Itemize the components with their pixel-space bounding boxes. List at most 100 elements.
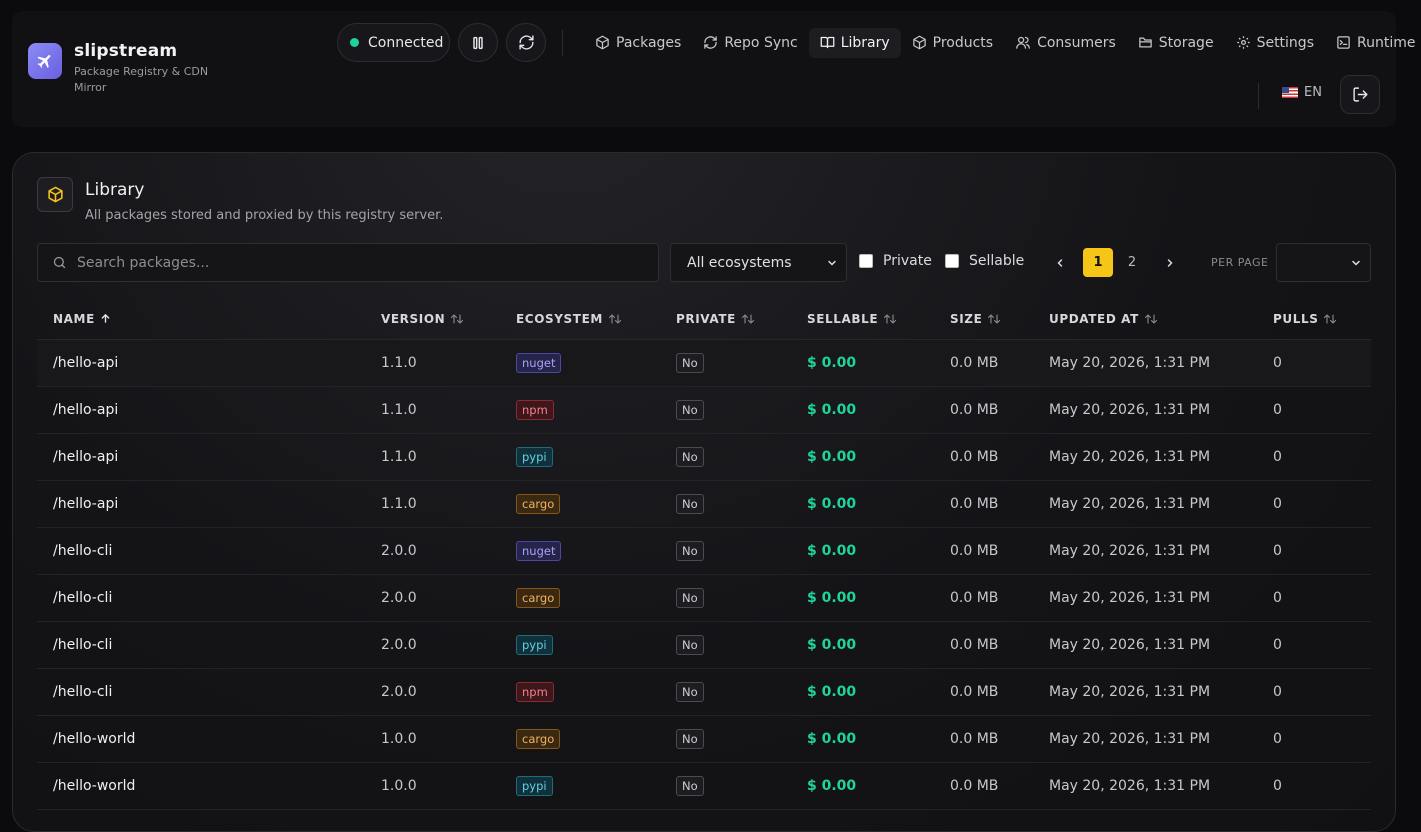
sellable-checkbox[interactable]	[945, 254, 959, 268]
table-row[interactable]: /hello-cli 2.0.0 pypi No $ 0.00 0.0 MB May 20,…	[37, 622, 1371, 669]
package-size: 0.0 MB	[950, 355, 999, 371]
ecosystem-badge: cargo	[516, 729, 561, 749]
sellable-price: $ 0.00	[807, 402, 857, 418]
package-version: 1.1.0	[381, 496, 417, 512]
sort-icon	[988, 313, 1001, 324]
pause-button[interactable]	[458, 23, 498, 62]
private-filter[interactable]: Private	[859, 253, 932, 269]
nav-settings[interactable]: Settings	[1225, 28, 1325, 58]
package-size: 0.0 MB	[950, 402, 999, 418]
sellable-filter[interactable]: Sellable	[945, 253, 1024, 269]
search-box[interactable]	[37, 243, 659, 282]
refresh-icon	[704, 36, 718, 49]
ecosystem-cell: npm	[500, 400, 660, 420]
private-badge: No	[676, 776, 704, 796]
ecosystem-cell: pypi	[500, 447, 660, 467]
page-1-button[interactable]: 1	[1083, 248, 1113, 277]
next-page-button[interactable]	[1155, 248, 1185, 277]
private-cell: No	[660, 776, 791, 796]
column-label: UPDATED AT	[1049, 311, 1139, 326]
nav-label: Storage	[1158, 34, 1214, 51]
column-label: PRIVATE	[676, 311, 736, 326]
table-row[interactable]: /hello-world 1.0.0 pypi No $ 0.00 0.0 MB May 2…	[37, 763, 1371, 810]
ecosystem-cell: pypi	[500, 776, 660, 796]
table-row[interactable]: /hello-cli 2.0.0 nuget No $ 0.00 0.0 MB May 20…	[37, 528, 1371, 575]
column-header-updated-at[interactable]: UPDATED AT	[1033, 312, 1257, 326]
ecosystem-badge: cargo	[516, 588, 561, 608]
column-header-size[interactable]: SIZE	[934, 312, 1033, 326]
nav-label: Products	[932, 34, 994, 51]
private-badge: No	[676, 494, 704, 514]
package-name: /hello-api	[53, 355, 119, 371]
column-label: PULLS	[1273, 311, 1319, 326]
nav-consumers[interactable]: Consumers	[1004, 28, 1127, 58]
package-name: /hello-cli	[53, 684, 113, 700]
box-icon	[912, 35, 926, 50]
updated-at: May 20, 2026, 1:31 PM	[1049, 543, 1211, 559]
pull-count: 0	[1273, 496, 1282, 512]
ecosystem-select[interactable]: All ecosystems	[670, 243, 847, 282]
nav-products[interactable]: Products	[901, 28, 1004, 58]
nav-label: Settings	[1256, 34, 1314, 51]
page-2-button[interactable]: 2	[1117, 248, 1147, 277]
table-row[interactable]: /hello-api 1.1.0 nuget No $ 0.00 0.0 MB May 20…	[37, 340, 1371, 387]
nav-library[interactable]: Library	[808, 27, 901, 58]
header-divider	[562, 30, 563, 56]
updated-at: May 20, 2026, 1:31 PM	[1049, 684, 1211, 700]
column-header-version[interactable]: VERSION	[365, 312, 500, 326]
folder-icon	[1139, 37, 1152, 48]
connection-status[interactable]: Connected	[337, 23, 450, 62]
package-version: 1.1.0	[381, 449, 417, 465]
pull-count: 0	[1273, 684, 1282, 700]
sort-icon	[884, 313, 897, 324]
language-selector[interactable]: EN	[1282, 85, 1322, 100]
table-row[interactable]: /hello-cli 2.0.0 npm No $ 0.00 0.0 MB May 20, …	[37, 669, 1371, 716]
refresh-button[interactable]	[506, 23, 546, 62]
column-header-sellable[interactable]: SELLABLE	[791, 312, 934, 326]
private-checkbox[interactable]	[859, 254, 873, 268]
book-icon	[820, 36, 835, 49]
package-name: /hello-world	[53, 778, 136, 794]
status-dot-icon	[350, 38, 359, 47]
package-name: /hello-api	[53, 496, 119, 512]
private-cell: No	[660, 635, 791, 655]
nav-label: Runtime	[1356, 34, 1416, 51]
prev-page-button[interactable]	[1045, 248, 1075, 277]
table-row[interactable]: /hello-cli 2.0.0 cargo No $ 0.00 0.0 MB May 20…	[37, 575, 1371, 622]
column-label: ECOSYSTEM	[516, 311, 603, 326]
per-page-select[interactable]	[1276, 243, 1371, 282]
column-header-name[interactable]: NAME	[37, 312, 365, 326]
nav-runtime[interactable]: Runtime	[1325, 28, 1421, 58]
brand: slipstream Package Registry & CDN Mirror	[28, 41, 214, 96]
column-header-ecosystem[interactable]: ECOSYSTEM	[500, 312, 660, 326]
nav-packages[interactable]: Packages	[584, 28, 692, 58]
ecosystem-cell: nuget	[500, 541, 660, 561]
pull-count: 0	[1273, 778, 1282, 794]
table-row[interactable]: /hello-world 1.0.0 cargo No $ 0.00 0.0 MB May …	[37, 716, 1371, 763]
table-row[interactable]: /hello-api 1.1.0 npm No $ 0.00 0.0 MB May 20, …	[37, 387, 1371, 434]
column-header-pulls[interactable]: PULLS	[1257, 312, 1371, 326]
package-size: 0.0 MB	[950, 684, 999, 700]
nav-label: Packages	[616, 34, 682, 51]
private-badge: No	[676, 541, 704, 561]
column-header-private[interactable]: PRIVATE	[660, 312, 791, 326]
nav-repo-sync[interactable]: Repo Sync	[692, 28, 808, 58]
page-title: Library	[85, 180, 145, 200]
nav-storage[interactable]: Storage	[1127, 28, 1225, 58]
table-row[interactable]: /hello-api 1.1.0 pypi No $ 0.00 0.0 MB May 20,…	[37, 434, 1371, 481]
nav-label: Consumers	[1037, 34, 1116, 51]
logout-button[interactable]	[1340, 75, 1380, 114]
table-row[interactable]: /hello-api 1.1.0 cargo No $ 0.00 0.0 MB May 20…	[37, 481, 1371, 528]
pull-count: 0	[1273, 355, 1282, 371]
package-name: /hello-world	[53, 731, 136, 747]
search-input[interactable]	[77, 254, 617, 271]
package-version: 2.0.0	[381, 543, 417, 559]
package-size: 0.0 MB	[950, 637, 999, 653]
pull-count: 0	[1273, 402, 1282, 418]
sellable-price: $ 0.00	[807, 543, 857, 559]
package-name: /hello-cli	[53, 637, 113, 653]
private-filter-label: Private	[883, 253, 932, 269]
updated-at: May 20, 2026, 1:31 PM	[1049, 355, 1211, 371]
ecosystem-cell: cargo	[500, 494, 660, 514]
column-label: NAME	[53, 311, 95, 326]
